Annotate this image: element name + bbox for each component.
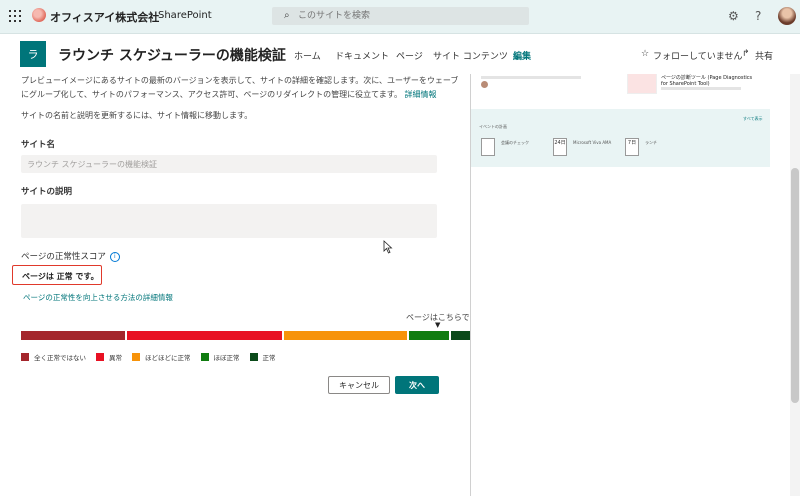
legend-label: 全く正常ではない — [34, 354, 86, 362]
preview-event-date: 7日 — [625, 138, 639, 156]
preview-author-avatar — [481, 81, 488, 88]
info-icon[interactable]: i — [109, 252, 120, 262]
legend-item: ほどほどに正常 — [132, 352, 191, 362]
preview-event-date — [481, 138, 495, 156]
learn-more-link[interactable]: 詳細情報 — [405, 90, 437, 99]
legend-label: ほぼ正常 — [213, 354, 240, 362]
search-icon: ⌕ — [284, 10, 290, 21]
scale-segment-unhealthy — [127, 331, 282, 340]
preview-event-date: 24日 — [553, 138, 567, 156]
legend-swatch — [249, 353, 258, 361]
preview-scrollbar-thumb[interactable] — [791, 168, 799, 403]
share-icon[interactable]: ↱ — [742, 49, 750, 59]
legend-label: ほどほどに正常 — [145, 354, 191, 362]
help-icon[interactable]: ? — [755, 9, 761, 23]
share-button[interactable]: 共有 — [755, 49, 773, 62]
health-scale-bar — [21, 331, 470, 340]
preview-events-heading: イベントの計画 — [479, 124, 507, 129]
preview-news-section: ページの診断ツール (Page Diagnostics for SharePoi… — [475, 74, 768, 104]
follow-button[interactable]: フォローしていません — [653, 49, 742, 62]
legend-swatch — [132, 353, 140, 361]
app-name[interactable]: SharePoint — [158, 10, 212, 21]
intro-body: プレビューイメージにあるサイトの最新のバージョンを表示して、サイトの詳細を確認し… — [21, 76, 459, 99]
scale-segment-mostly-healthy — [409, 331, 449, 340]
nav-edit[interactable]: 編集 — [513, 49, 531, 62]
site-title[interactable]: ラウンチ スケジューラーの機能検証 — [58, 45, 286, 65]
scale-segment-not-healthy — [21, 331, 125, 340]
preview-event-title: Microsoft Viva AMA — [573, 140, 612, 145]
legend-swatch — [21, 353, 29, 361]
star-icon[interactable]: ☆ — [641, 49, 649, 59]
health-score-label-text: ページの正常性スコア — [21, 252, 106, 262]
settings-gear-icon[interactable]: ⚙ — [728, 9, 739, 23]
intro-text: プレビューイメージにあるサイトの最新のバージョンを表示して、サイトの詳細を確認し… — [21, 74, 461, 102]
nav-home[interactable]: ホーム — [294, 49, 321, 62]
site-description-label: サイトの説明 — [21, 187, 73, 197]
health-score-label: ページの正常性スコア i — [21, 250, 120, 262]
nav-pages[interactable]: ページ — [396, 49, 423, 62]
legend-label: 異常 — [109, 354, 122, 362]
site-name-field[interactable] — [21, 155, 437, 173]
preview-event-title: ランチ — [645, 140, 657, 145]
improve-health-link[interactable]: ページの正常性を向上させる方法の詳細情報 — [23, 292, 173, 303]
site-preview-pane: ページの診断ツール (Page Diagnostics for SharePoi… — [471, 74, 800, 496]
preview-event-title: 会議のチェック — [501, 140, 529, 145]
suite-bar: オフィスアイ株式会社 SharePoint ⌕ ⚙ ? — [0, 0, 800, 34]
preview-news-line — [481, 76, 581, 79]
legend-swatch — [96, 353, 104, 361]
legend-swatch — [200, 353, 209, 361]
site-description-field[interactable] — [21, 204, 437, 238]
mouse-cursor-icon — [383, 240, 393, 254]
preview-news-thumbnail — [627, 74, 657, 94]
page-position-marker: ▼ — [435, 321, 441, 329]
preview-news-summary — [661, 87, 741, 90]
scale-segment-moderate — [284, 331, 407, 340]
org-name[interactable]: オフィスアイ株式会社 — [50, 9, 159, 25]
site-logo[interactable]: ラ — [20, 41, 46, 67]
site-header: ラ ラウンチ スケジューラーの機能検証 ホーム ドキュメント ページ サイト コ… — [0, 34, 800, 75]
legend-item: 正常 — [249, 352, 276, 362]
org-logo[interactable] — [32, 8, 46, 22]
legend-label: 正常 — [262, 354, 276, 362]
site-details-panel: プレビューイメージにあるサイトの最新のバージョンを表示して、サイトの詳細を確認し… — [0, 74, 471, 496]
health-status-text: ページは 正常 です。 — [22, 272, 99, 281]
search-box[interactable]: ⌕ — [272, 7, 529, 25]
legend-item: 異常 — [96, 352, 122, 362]
site-info-note: サイトの名前と説明を更新するには、サイト情報に移動します。 — [21, 111, 253, 120]
cancel-button[interactable]: キャンセル — [328, 376, 390, 394]
preview-see-all: すべて表示 — [743, 116, 763, 121]
preview-events-section: イベントの計画 すべて表示 会議のチェック 24日 Microsoft Viva… — [471, 109, 770, 167]
nav-documents[interactable]: ドキュメント — [335, 49, 389, 62]
scale-segment-healthy — [451, 331, 470, 340]
health-legend: 全く正常ではない 異常 ほどほどに正常 ほぼ正常 正常 — [21, 352, 286, 362]
nav-site-contents[interactable]: サイト コンテンツ — [433, 49, 508, 62]
next-button[interactable]: 次へ — [395, 376, 439, 394]
legend-item: ほぼ正常 — [200, 352, 240, 362]
site-name-label: サイト名 — [21, 140, 56, 150]
preview-news-title: ページの診断ツール (Page Diagnostics for SharePoi… — [661, 75, 753, 87]
user-avatar[interactable] — [778, 7, 796, 25]
legend-item: 全く正常ではない — [21, 352, 86, 362]
search-input[interactable] — [298, 9, 518, 23]
app-launcher-icon[interactable] — [9, 10, 21, 22]
